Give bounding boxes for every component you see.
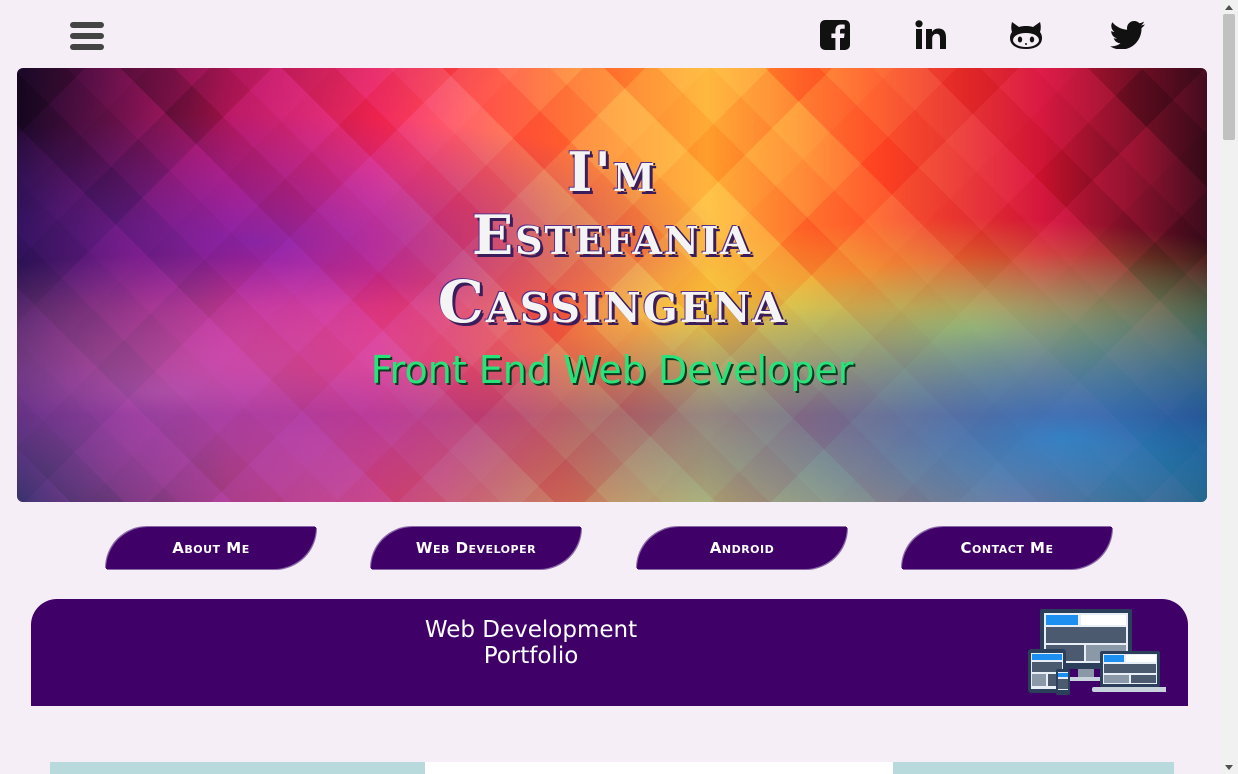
portfolio-title: Web Development Portfolio xyxy=(361,617,701,669)
github-icon[interactable] xyxy=(1007,15,1045,55)
facebook-icon[interactable] xyxy=(818,15,852,55)
hero-title-line-2: Estefania xyxy=(471,203,753,267)
web-developer-button[interactable]: Web Developer xyxy=(371,527,581,569)
hero-title-line-1: I'm xyxy=(567,140,657,204)
section-strip-center xyxy=(425,762,893,774)
twitter-icon[interactable] xyxy=(1108,15,1148,55)
hero-subtitle: Front End Web Developer xyxy=(370,348,854,392)
vertical-scrollbar[interactable] xyxy=(1220,0,1238,774)
android-button[interactable]: Android xyxy=(637,527,847,569)
section-strip-left xyxy=(50,762,425,774)
portfolio-banner: Web Development Portfolio xyxy=(31,599,1188,706)
contact-me-button[interactable]: Contact Me xyxy=(902,527,1112,569)
responsive-devices-icon xyxy=(1026,607,1168,702)
page: I'm Estefania Cassingena Front End Web D… xyxy=(0,0,1220,774)
hero-banner: I'm Estefania Cassingena Front End Web D… xyxy=(17,68,1207,502)
linkedin-icon[interactable] xyxy=(911,15,951,55)
scrollbar-thumb[interactable] xyxy=(1223,14,1235,140)
section-strip-right xyxy=(893,762,1174,774)
portfolio-title-line-2: Portfolio xyxy=(483,643,579,669)
about-me-button[interactable]: About Me xyxy=(106,527,316,569)
scroll-up-arrow-icon[interactable] xyxy=(1220,0,1238,14)
hero-title-line-3: Cassingena xyxy=(437,268,787,336)
hamburger-menu-icon[interactable] xyxy=(70,22,104,52)
portfolio-title-line-1: Web Development xyxy=(424,617,638,643)
scroll-down-arrow-icon[interactable] xyxy=(1220,760,1238,774)
